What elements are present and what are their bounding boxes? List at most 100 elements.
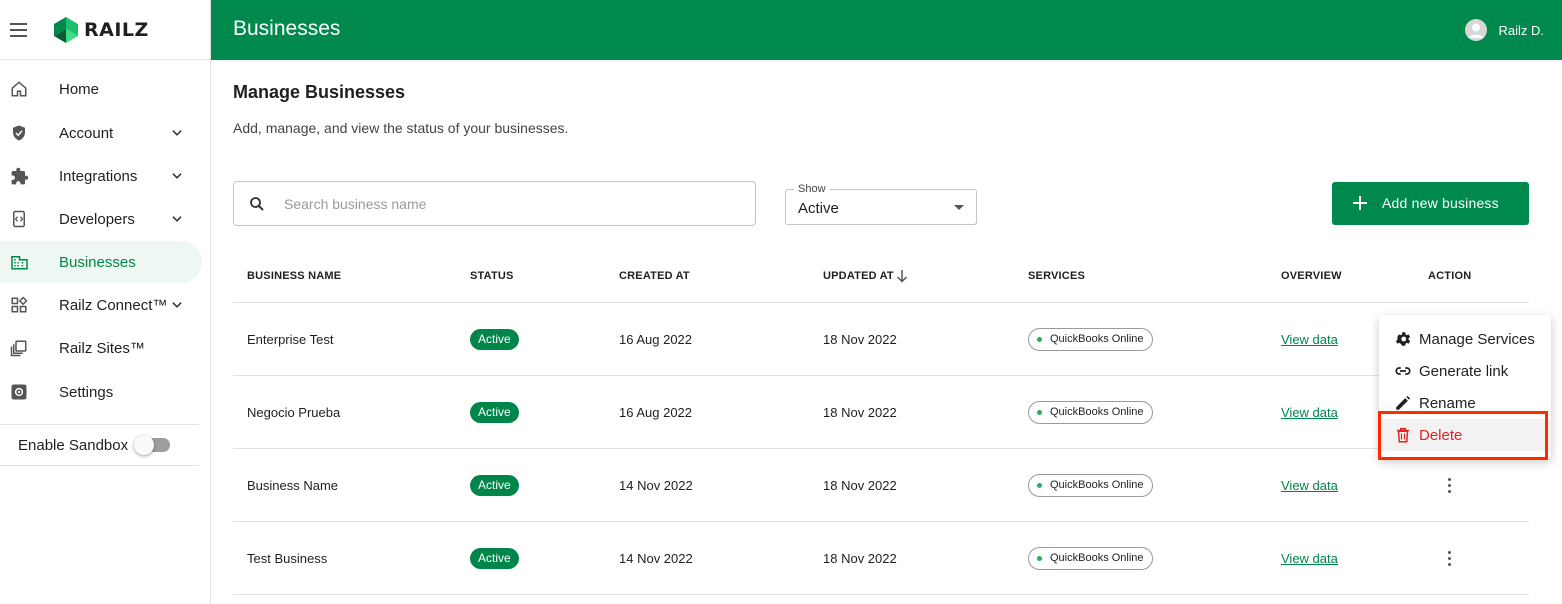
user-name: Railz D. [1498, 22, 1544, 38]
menu-item-rename[interactable]: Rename [1379, 387, 1551, 419]
settings-icon [9, 382, 29, 402]
business-name: Test Business [247, 551, 328, 566]
business-name: Business Name [247, 478, 339, 493]
updated-at: 18 Nov 2022 [823, 551, 897, 566]
created-at: 14 Nov 2022 [619, 478, 693, 493]
building-icon [9, 252, 29, 272]
chevron-down-icon[interactable] [170, 212, 184, 226]
status-badge: Active [470, 402, 519, 423]
page-subtitle: Add, manage, and view the status of your… [233, 120, 569, 136]
chevron-down-icon[interactable] [170, 169, 184, 183]
business-name: Enterprise Test [247, 332, 334, 347]
created-at: 14 Nov 2022 [619, 551, 693, 566]
status-dot-icon [1037, 410, 1042, 415]
chevron-down-icon[interactable] [170, 298, 184, 312]
menu-item-manage-services[interactable]: Manage Services [1379, 323, 1551, 355]
avatar [1465, 19, 1488, 41]
updated-at: 18 Nov 2022 [823, 405, 897, 420]
chevron-down-icon[interactable] [170, 126, 184, 140]
sidebar-item-label: Settings [59, 383, 114, 401]
table-row: Business Name Active 14 Nov 2022 18 Nov … [233, 449, 1529, 522]
service-chip: QuickBooks Online [1028, 547, 1153, 570]
code-icon [9, 209, 29, 229]
updated-at: 18 Nov 2022 [823, 478, 897, 493]
show-filter-label: Show [794, 183, 830, 195]
search-input[interactable] [284, 194, 724, 214]
service-chip: QuickBooks Online [1028, 401, 1153, 424]
sidebar: RAILZ Home Account Integrations Develope… [0, 0, 211, 604]
column-header-created-at[interactable]: CREATED AT [619, 270, 690, 282]
menu-item-label: Generate link [1419, 363, 1509, 380]
updated-at: 18 Nov 2022 [823, 332, 897, 347]
column-header-updated-at[interactable]: UPDATED AT [823, 270, 894, 282]
view-data-link[interactable]: View data [1281, 405, 1338, 420]
plus-icon [1353, 196, 1367, 210]
sandbox-toggle[interactable] [134, 435, 170, 455]
status-dot-icon [1037, 337, 1042, 342]
row-action-menu: Manage Services Generate link Rename Del… [1379, 315, 1551, 459]
view-data-link[interactable]: View data [1281, 332, 1338, 347]
status-badge: Active [470, 475, 519, 496]
menu-item-label: Delete [1419, 427, 1463, 444]
railz-logo-icon [54, 17, 78, 43]
add-new-business-button[interactable]: Add new business [1332, 182, 1529, 225]
view-data-link[interactable]: View data [1281, 551, 1338, 566]
sandbox-label: Enable Sandbox [18, 437, 129, 454]
service-chip: QuickBooks Online [1028, 328, 1153, 351]
created-at: 16 Aug 2022 [619, 405, 693, 420]
user-menu[interactable]: Railz D. [1465, 19, 1544, 41]
more-actions-icon[interactable] [1441, 548, 1457, 568]
column-header-action: ACTION [1428, 270, 1472, 282]
created-at: 16 Aug 2022 [619, 332, 693, 347]
add-button-label: Add new business [1382, 195, 1499, 211]
column-header-status[interactable]: STATUS [470, 270, 514, 282]
view-data-link[interactable]: View data [1281, 478, 1338, 493]
top-app-bar: Businesses Railz D. [211, 0, 1562, 60]
toggle-knob [134, 435, 154, 455]
sidebar-item-label: Railz Sites™ [59, 339, 145, 357]
status-badge: Active [470, 329, 519, 350]
library-icon [9, 338, 29, 358]
show-filter-value: Active [798, 200, 839, 217]
column-header-business-name[interactable]: BUSINESS NAME [247, 270, 341, 282]
sidebar-item-settings[interactable]: Settings [0, 371, 202, 413]
sidebar-item-label: Home [59, 80, 100, 98]
table-row: Enterprise Test Active 16 Aug 2022 18 No… [233, 303, 1529, 376]
show-filter-select[interactable]: Show Active [785, 183, 977, 225]
sandbox-toggle-row: Enable Sandbox [0, 424, 199, 466]
table-header: BUSINESS NAME STATUS CREATED AT UPDATED … [233, 250, 1529, 303]
sidebar-item-label: Businesses [59, 253, 136, 271]
menu-item-generate-link[interactable]: Generate link [1379, 355, 1551, 387]
user-avatar-icon [1468, 23, 1484, 38]
sidebar-item-integrations[interactable]: Integrations [0, 155, 202, 197]
menu-toggle-icon[interactable] [10, 23, 27, 37]
service-name: QuickBooks Online [1050, 406, 1144, 418]
sort-arrow-down-icon[interactable] [896, 269, 908, 283]
menu-item-label: Manage Services [1419, 331, 1535, 348]
header-title: Businesses [233, 17, 341, 40]
railz-logo[interactable]: RAILZ [54, 17, 149, 43]
sidebar-item-businesses[interactable]: Businesses [0, 241, 202, 283]
column-header-services: SERVICES [1028, 270, 1086, 282]
table-row: Test Business Active 14 Nov 2022 18 Nov … [233, 522, 1529, 595]
widgets-icon [9, 295, 29, 315]
sidebar-item-railz-connect[interactable]: Railz Connect™ [0, 284, 202, 326]
home-icon [9, 79, 29, 99]
logo-text: RAILZ [84, 19, 149, 41]
menu-item-delete[interactable]: Delete [1379, 419, 1551, 451]
column-header-overview: OVERVIEW [1281, 270, 1342, 282]
sidebar-item-railz-sites[interactable]: Railz Sites™ [0, 327, 202, 369]
shield-icon [9, 123, 29, 143]
sidebar-item-developers[interactable]: Developers [0, 198, 202, 240]
trash-icon [1397, 427, 1409, 443]
sidebar-item-label: Railz Connect™ [59, 296, 168, 314]
search-field[interactable] [233, 181, 756, 226]
sidebar-item-account[interactable]: Account [0, 112, 202, 154]
service-chip: QuickBooks Online [1028, 474, 1153, 497]
status-dot-icon [1037, 483, 1042, 488]
gear-icon [1395, 332, 1411, 346]
sidebar-item-home[interactable]: Home [0, 68, 202, 110]
more-actions-icon[interactable] [1441, 475, 1457, 495]
pencil-icon [1396, 395, 1411, 410]
service-name: QuickBooks Online [1050, 333, 1144, 345]
